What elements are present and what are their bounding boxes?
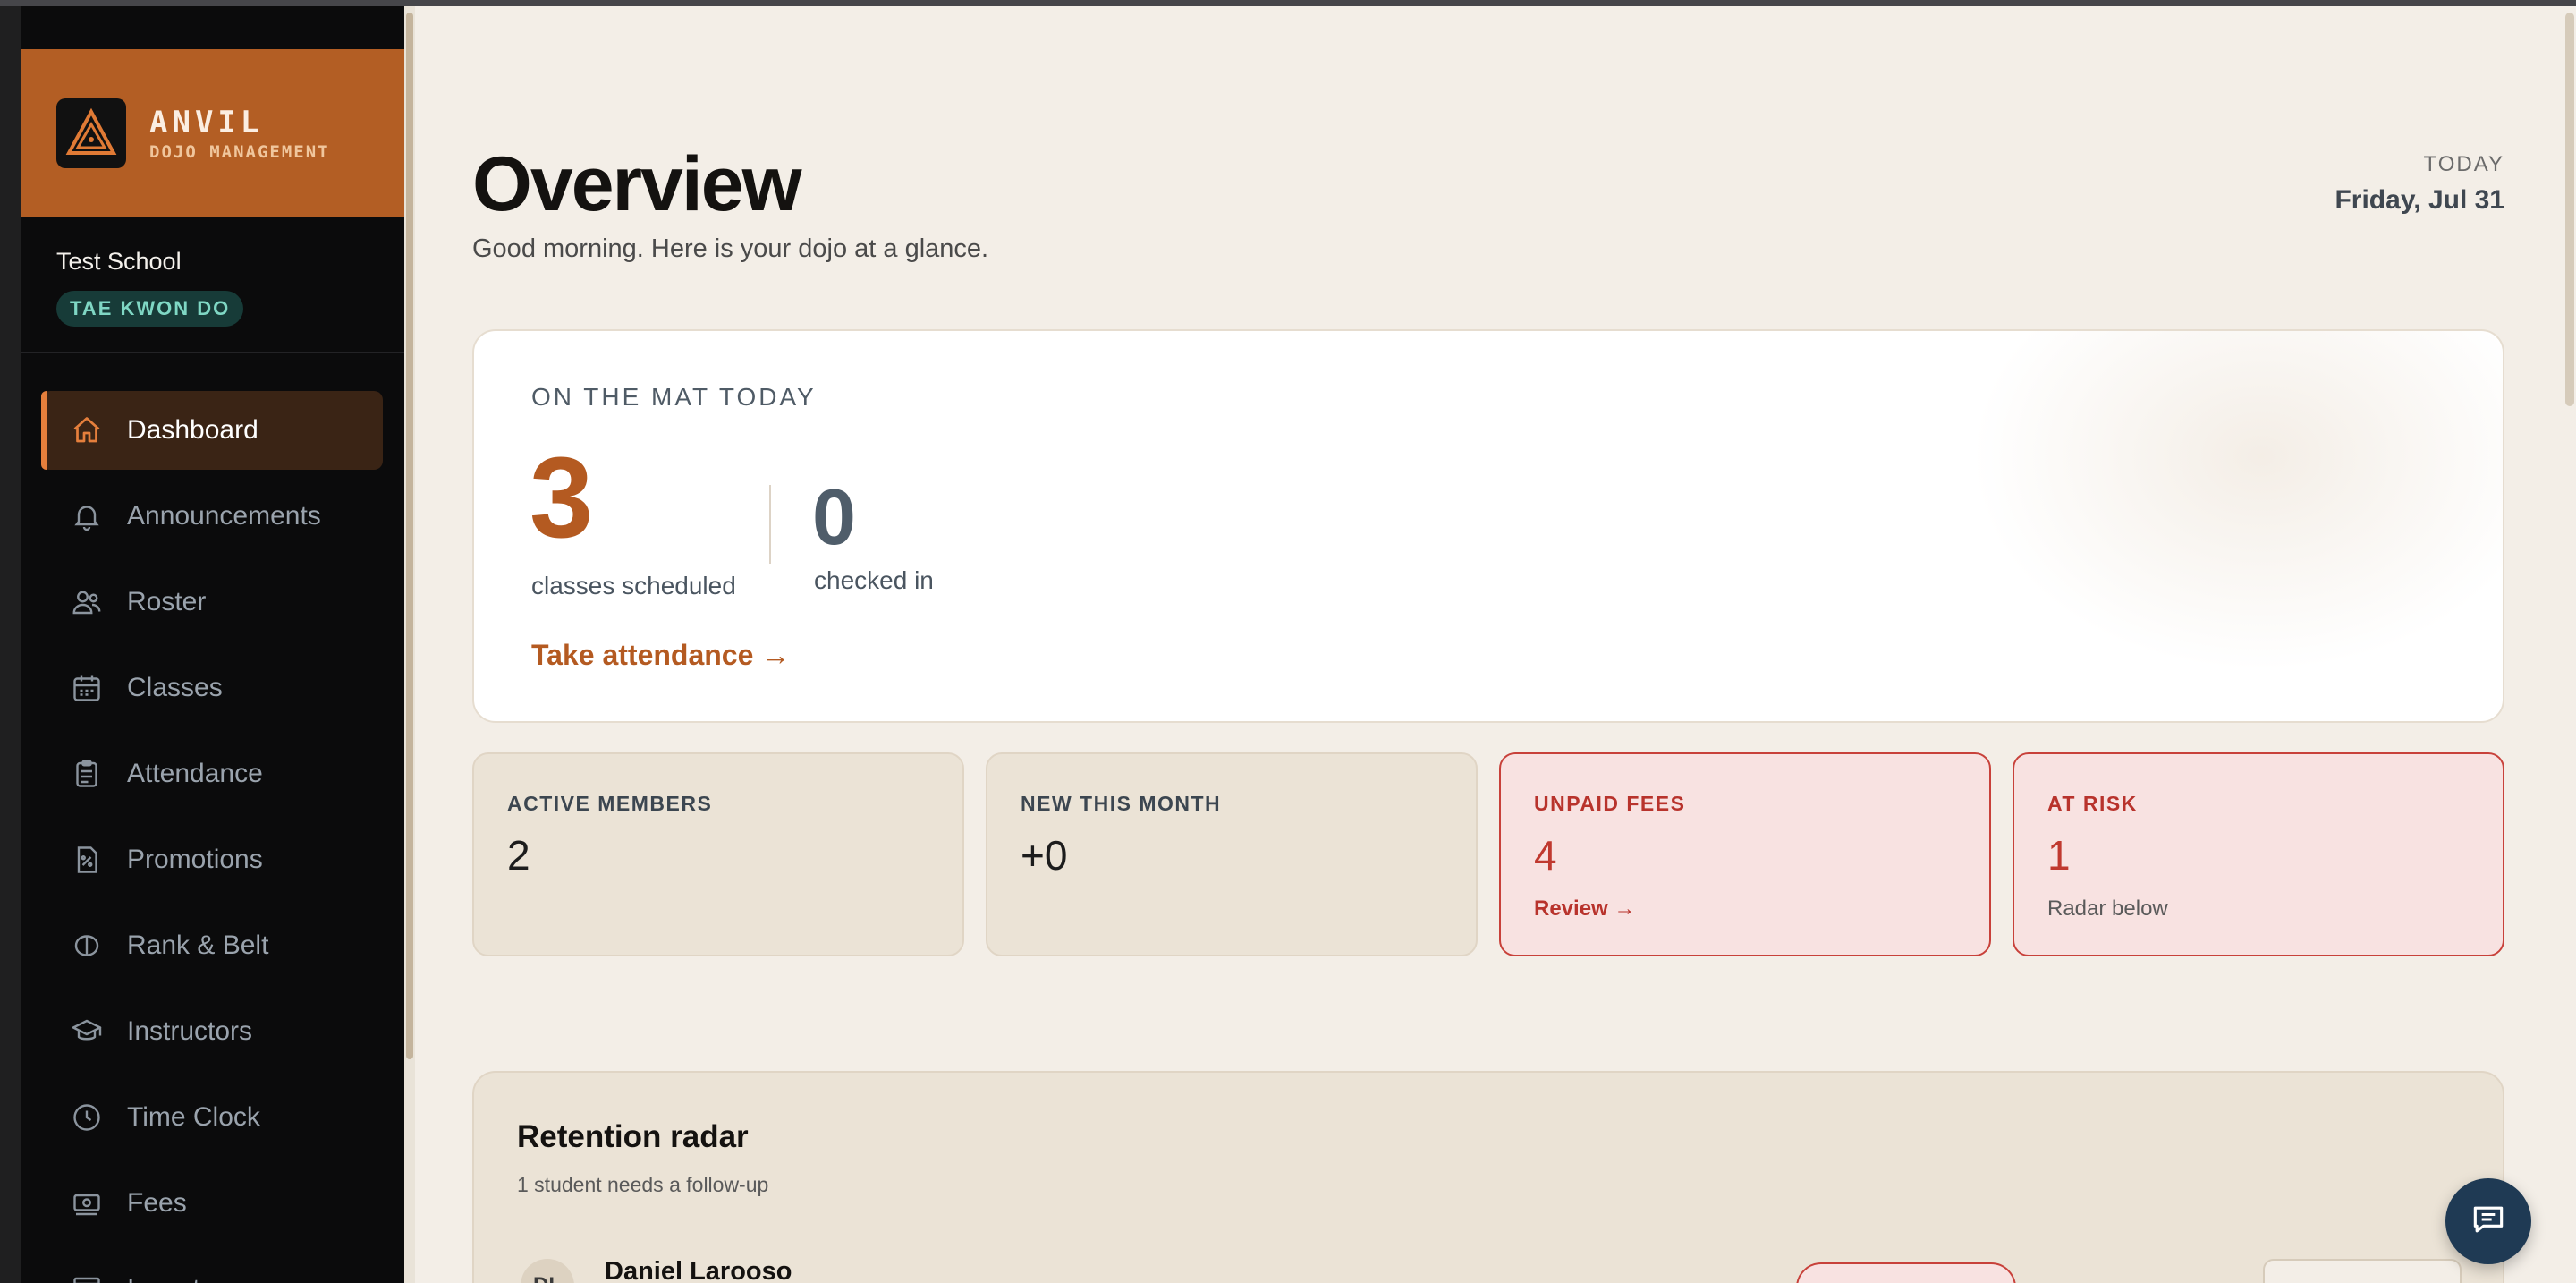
anvil-logo-icon bbox=[56, 98, 126, 168]
take-attendance-link[interactable]: Take attendance → bbox=[531, 639, 790, 672]
clock-icon bbox=[70, 1100, 104, 1134]
home-icon bbox=[70, 413, 104, 447]
page-subtitle: Good morning. Here is your dojo at a gla… bbox=[472, 234, 989, 263]
retention-radar-subtitle: 1 student needs a follow-up bbox=[517, 1173, 769, 1196]
status-badge bbox=[1796, 1262, 2016, 1283]
calendar-icon bbox=[70, 671, 104, 705]
discipline-badge: TAE KWON DO bbox=[56, 291, 244, 327]
stat-divider bbox=[769, 485, 771, 564]
stat-value: +0 bbox=[1021, 832, 1068, 879]
stat-note: Radar below bbox=[2047, 896, 2168, 921]
clipboard-icon bbox=[70, 757, 104, 791]
money-icon bbox=[70, 1186, 104, 1220]
stat-card-new-this-month[interactable]: NEW THIS MONTH +0 bbox=[986, 752, 1478, 956]
sidebar-item-label: Announcements bbox=[127, 501, 321, 531]
today-label: TODAY bbox=[2423, 152, 2504, 176]
stat-value: 2 bbox=[507, 832, 530, 879]
window-edge bbox=[0, 6, 21, 1283]
sidebar-item-time-clock[interactable]: Time Clock bbox=[41, 1078, 383, 1157]
school-name: Test School bbox=[56, 248, 182, 275]
browser-top-strip bbox=[0, 0, 2576, 6]
on-the-mat-card: ON THE MAT TODAY 3 classes scheduled 0 c… bbox=[472, 329, 2504, 723]
classes-scheduled-count: 3 bbox=[530, 434, 594, 562]
sidebar-nav: Dashboard Announcements Roster Classes A… bbox=[21, 353, 404, 1283]
chat-icon bbox=[2469, 1200, 2508, 1244]
student-name[interactable]: Daniel Larooso bbox=[605, 1257, 792, 1283]
retention-radar-title: Retention radar bbox=[517, 1119, 749, 1154]
sidebar-item-label: Dashboard bbox=[127, 415, 258, 445]
brand-name: ANVIL bbox=[149, 105, 264, 140]
sidebar-item-inventory[interactable]: Inventory bbox=[41, 1250, 383, 1283]
graduation-cap-icon bbox=[70, 1015, 104, 1049]
sidebar-item-label: Promotions bbox=[127, 845, 263, 874]
stat-card-active-members[interactable]: ACTIVE MEMBERS 2 bbox=[472, 752, 964, 956]
chat-button[interactable] bbox=[2445, 1178, 2531, 1264]
main-content: Overview Good morning. Here is your dojo… bbox=[415, 6, 2562, 1283]
classes-scheduled-caption: classes scheduled bbox=[531, 572, 736, 599]
stat-card-at-risk[interactable]: AT RISK 1 Radar below bbox=[2012, 752, 2504, 956]
stat-card-unpaid-fees[interactable]: UNPAID FEES 4 Review → bbox=[1499, 752, 1991, 956]
follow-up-button[interactable] bbox=[2263, 1259, 2462, 1283]
sidebar-item-label: Roster bbox=[127, 587, 207, 616]
archive-box-icon bbox=[70, 1272, 104, 1283]
checked-in-caption: checked in bbox=[814, 566, 934, 594]
stat-label: NEW THIS MONTH bbox=[1021, 792, 1222, 815]
sidebar-item-label: Attendance bbox=[127, 759, 263, 788]
sidebar-scrollbar-thumb[interactable] bbox=[406, 13, 413, 1059]
belt-icon bbox=[70, 929, 104, 963]
stat-label: UNPAID FEES bbox=[1534, 792, 1686, 815]
school-info: Test School TAE KWON DO bbox=[21, 217, 404, 353]
checked-in-count: 0 bbox=[812, 472, 856, 561]
sidebar-item-label: Fees bbox=[127, 1188, 187, 1218]
sidebar-item-announcements[interactable]: Announcements bbox=[41, 477, 383, 556]
avatar: DL bbox=[521, 1259, 574, 1283]
page-title: Overview bbox=[472, 141, 801, 227]
stat-value: 1 bbox=[2047, 832, 2071, 879]
sidebar-item-label: Classes bbox=[127, 673, 223, 702]
follow-up-note bbox=[2066, 1275, 2263, 1283]
sidebar-item-classes[interactable]: Classes bbox=[41, 649, 383, 727]
sidebar: ANVIL DOJO MANAGEMENT Test School TAE KW… bbox=[21, 6, 404, 1283]
sidebar-item-label: Inventory bbox=[127, 1274, 237, 1283]
percent-doc-icon bbox=[70, 843, 104, 877]
on-the-mat-label: ON THE MAT TODAY bbox=[531, 383, 817, 411]
retention-radar-card: Retention radar 1 student needs a follow… bbox=[472, 1071, 2504, 1283]
brand-subtitle: DOJO MANAGEMENT bbox=[149, 142, 330, 162]
review-fees-link[interactable]: Review → bbox=[1534, 896, 1635, 922]
sidebar-item-label: Time Clock bbox=[127, 1102, 260, 1132]
sidebar-item-promotions[interactable]: Promotions bbox=[41, 820, 383, 899]
today-date: Friday, Jul 31 bbox=[2334, 185, 2504, 215]
main-scrollbar-thumb[interactable] bbox=[2565, 13, 2574, 406]
sidebar-item-instructors[interactable]: Instructors bbox=[41, 992, 383, 1071]
sidebar-item-dashboard[interactable]: Dashboard bbox=[41, 391, 383, 470]
stat-label: ACTIVE MEMBERS bbox=[507, 792, 713, 815]
sidebar-item-attendance[interactable]: Attendance bbox=[41, 735, 383, 813]
stat-label: AT RISK bbox=[2047, 792, 2138, 815]
stat-value: 4 bbox=[1534, 832, 1557, 879]
brand-header[interactable]: ANVIL DOJO MANAGEMENT bbox=[21, 49, 404, 217]
sidebar-item-rank-belt[interactable]: Rank & Belt bbox=[41, 906, 383, 985]
sidebar-item-label: Rank & Belt bbox=[127, 930, 269, 960]
users-icon bbox=[70, 585, 104, 619]
sidebar-item-label: Instructors bbox=[127, 1016, 253, 1046]
bell-icon bbox=[70, 499, 104, 533]
sidebar-item-roster[interactable]: Roster bbox=[41, 563, 383, 642]
sidebar-item-fees[interactable]: Fees bbox=[41, 1164, 383, 1243]
